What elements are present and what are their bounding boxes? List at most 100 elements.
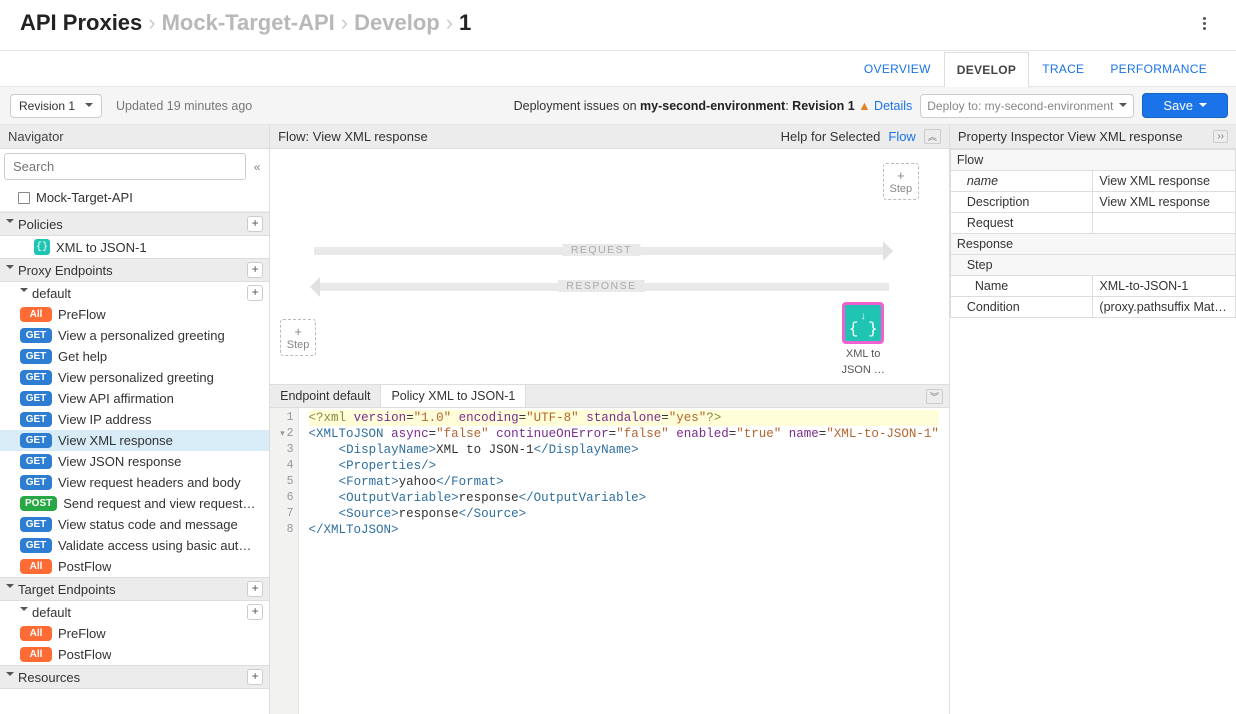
- chevron-right-icon: ›: [148, 10, 155, 36]
- chevron-down-icon: [6, 584, 14, 592]
- flow-item[interactable]: GETView API affirmation: [0, 388, 269, 409]
- code-tab-policy[interactable]: Policy XML to JSON-1: [381, 385, 526, 407]
- chevron-down-icon: [20, 607, 28, 615]
- flow-item[interactable]: GETGet help: [0, 346, 269, 367]
- chevron-down-icon: [6, 219, 14, 227]
- flow-item[interactable]: GET View personalized greeting: [0, 367, 269, 388]
- breadcrumb-bar: API Proxies › Mock-Target-API › Develop …: [0, 0, 1236, 51]
- flow-item[interactable]: POSTSend request and view request…: [0, 493, 269, 514]
- flow-label: View API affirmation: [58, 391, 174, 406]
- target-endpoint-default[interactable]: default +: [0, 601, 269, 623]
- flow-label: View personalized greeting: [58, 370, 214, 385]
- deployment-warning: Deployment issues on my-second-environme…: [514, 99, 913, 113]
- flow-title: Flow: View XML response: [278, 129, 428, 144]
- flow-item[interactable]: GETView JSON response: [0, 451, 269, 472]
- flow-item[interactable]: GETView request headers and body: [0, 472, 269, 493]
- method-badge: GET: [20, 412, 52, 427]
- property-table: Flow nameView XML response DescriptionVi…: [950, 149, 1236, 318]
- add-target-endpoint-button[interactable]: +: [247, 581, 263, 597]
- chevron-down-icon: [1119, 103, 1127, 111]
- chevron-down-icon: [1199, 103, 1207, 111]
- plus-icon: +: [285, 324, 311, 339]
- navigator-section-resources[interactable]: Resources +: [0, 665, 269, 689]
- method-badge: All: [20, 559, 52, 574]
- tab-trace[interactable]: TRACE: [1029, 51, 1097, 86]
- flow-label: View IP address: [58, 412, 151, 427]
- collapse-code-icon[interactable]: ︾: [926, 389, 943, 404]
- flow-item[interactable]: AllPostFlow: [0, 556, 269, 577]
- flow-label: View a personalized greeting: [58, 328, 225, 343]
- kebab-menu-icon[interactable]: [1192, 15, 1216, 32]
- xml-to-json-policy-node[interactable]: ↓{ } XML to JSON …: [841, 302, 884, 376]
- navigator-section-target-endpoints[interactable]: Target Endpoints +: [0, 577, 269, 601]
- add-proxy-endpoint-button[interactable]: +: [247, 262, 263, 278]
- policy-item[interactable]: {} XML to JSON-1: [0, 236, 269, 258]
- breadcrumb-proxy[interactable]: Mock-Target-API: [162, 10, 335, 36]
- navigator-section-policies[interactable]: Policies +: [0, 212, 269, 236]
- deploy-to-dropdown[interactable]: Deploy to: my-second-environment: [920, 94, 1134, 118]
- request-lane: REQUEST: [284, 241, 919, 261]
- plus-icon: +: [888, 168, 914, 183]
- property-row-request[interactable]: Request: [950, 213, 1235, 234]
- tab-performance[interactable]: PERFORMANCE: [1097, 51, 1220, 86]
- save-button[interactable]: Save: [1142, 93, 1228, 118]
- flow-canvas: + Step REQUEST RESPONSE + Step ↓{ } XML …: [270, 149, 949, 384]
- code-tabs: Endpoint default Policy XML to JSON-1 ︾: [270, 384, 949, 408]
- flow-item[interactable]: AllPostFlow: [0, 644, 269, 665]
- add-request-step[interactable]: + Step: [883, 163, 919, 200]
- collapse-flow-icon[interactable]: ︽: [924, 129, 941, 144]
- tab-develop[interactable]: DEVELOP: [944, 52, 1029, 87]
- property-section-step: Step: [950, 255, 1235, 276]
- xml-to-json-icon: {}: [34, 239, 50, 255]
- flow-label: PostFlow: [58, 647, 111, 662]
- updated-timestamp: Updated 19 minutes ago: [116, 99, 252, 113]
- flow-item[interactable]: GETView XML response: [0, 430, 269, 451]
- property-section-flow: Flow: [950, 150, 1235, 171]
- property-row-step-name[interactable]: NameXML-to-JSON-1: [950, 276, 1235, 297]
- breadcrumb-root[interactable]: API Proxies: [20, 10, 142, 36]
- help-flow-link[interactable]: Flow: [888, 129, 915, 144]
- chevron-down-icon: [85, 103, 93, 111]
- code-content[interactable]: <?xml version="1.0" encoding="UTF-8" sta…: [299, 408, 949, 714]
- tab-overview[interactable]: OVERVIEW: [851, 51, 944, 86]
- chevron-down-icon: [6, 265, 14, 273]
- flow-item[interactable]: AllPreFlow: [0, 623, 269, 644]
- flow-label: PreFlow: [58, 307, 106, 322]
- add-target-flow-button[interactable]: +: [247, 604, 263, 620]
- property-row-condition[interactable]: Condition(proxy.pathsuffix MatchesPath "…: [950, 297, 1235, 318]
- flow-editor: Flow: View XML response Help for Selecte…: [270, 125, 950, 714]
- navigator-search-input[interactable]: [4, 153, 246, 180]
- property-row-description[interactable]: DescriptionView XML response: [950, 192, 1235, 213]
- flow-label: View XML response: [58, 433, 173, 448]
- method-badge: GET: [20, 370, 52, 385]
- toolbar: Revision 1 Updated 19 minutes ago Deploy…: [0, 87, 1236, 125]
- navigator-root-item[interactable]: Mock-Target-API: [0, 184, 269, 212]
- property-row-name[interactable]: nameView XML response: [950, 171, 1235, 192]
- add-flow-button[interactable]: +: [247, 285, 263, 301]
- code-tab-endpoint[interactable]: Endpoint default: [270, 385, 381, 407]
- breadcrumb-section[interactable]: Develop: [354, 10, 440, 36]
- revision-dropdown[interactable]: Revision 1: [10, 94, 102, 118]
- add-policy-button[interactable]: +: [247, 216, 263, 232]
- chevron-down-icon: [20, 288, 28, 296]
- flow-label: View status code and message: [58, 517, 238, 532]
- xml-to-json-icon: ↓{ }: [842, 302, 884, 344]
- add-resource-button[interactable]: +: [247, 669, 263, 685]
- collapse-navigator-icon[interactable]: «: [249, 160, 265, 174]
- add-response-step[interactable]: + Step: [280, 319, 316, 356]
- code-editor[interactable]: 1▾2345678 <?xml version="1.0" encoding="…: [270, 408, 949, 714]
- proxy-endpoint-default[interactable]: default +: [0, 282, 269, 304]
- navigator-title: Navigator: [0, 125, 269, 149]
- method-badge: GET: [20, 475, 52, 490]
- flow-item[interactable]: GETView status code and message: [0, 514, 269, 535]
- flow-item[interactable]: GETView a personalized greeting: [0, 325, 269, 346]
- flow-item[interactable]: GET View IP address: [0, 409, 269, 430]
- details-link[interactable]: Details: [874, 99, 912, 113]
- line-gutter: 1▾2345678: [270, 408, 298, 714]
- expand-inspector-icon[interactable]: ››: [1213, 130, 1228, 143]
- top-tabs: OVERVIEW DEVELOP TRACE PERFORMANCE: [0, 51, 1236, 87]
- property-inspector: Property Inspector View XML response ›› …: [950, 125, 1236, 714]
- flow-item[interactable]: AllPreFlow: [0, 304, 269, 325]
- flow-item[interactable]: GETValidate access using basic aut…: [0, 535, 269, 556]
- navigator-section-proxy-endpoints[interactable]: Proxy Endpoints +: [0, 258, 269, 282]
